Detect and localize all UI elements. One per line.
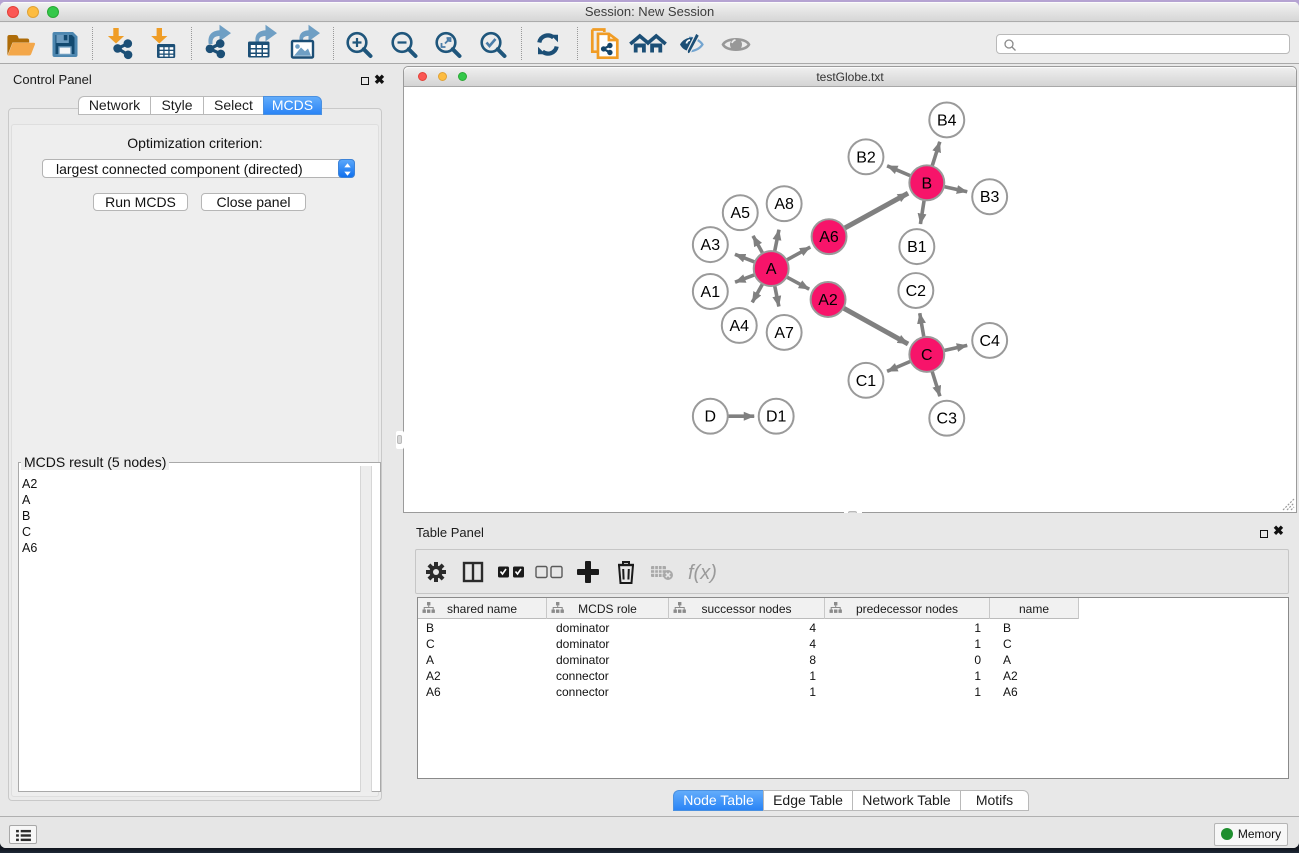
svg-text:A4: A4	[730, 318, 750, 335]
svg-text:A2: A2	[818, 292, 838, 309]
svg-text:C1: C1	[856, 373, 877, 390]
svg-text:A8: A8	[774, 196, 794, 213]
svg-text:A1: A1	[701, 284, 721, 301]
svg-text:B: B	[921, 175, 932, 192]
svg-text:A3: A3	[701, 237, 721, 254]
svg-text:A5: A5	[730, 205, 750, 222]
svg-text:B1: B1	[907, 239, 927, 256]
svg-text:C: C	[921, 347, 933, 364]
svg-text:C2: C2	[906, 283, 927, 300]
svg-text:D1: D1	[766, 409, 787, 426]
svg-text:A: A	[766, 261, 777, 278]
svg-text:A6: A6	[819, 229, 839, 246]
svg-text:f(x): f(x)	[688, 562, 717, 584]
svg-text:B4: B4	[937, 112, 957, 129]
svg-text:C4: C4	[979, 333, 1000, 350]
svg-text:B3: B3	[980, 189, 1000, 206]
svg-text:B2: B2	[856, 149, 876, 166]
svg-text:A7: A7	[774, 325, 794, 342]
svg-text:D: D	[705, 409, 717, 426]
svg-text:C3: C3	[937, 411, 958, 428]
